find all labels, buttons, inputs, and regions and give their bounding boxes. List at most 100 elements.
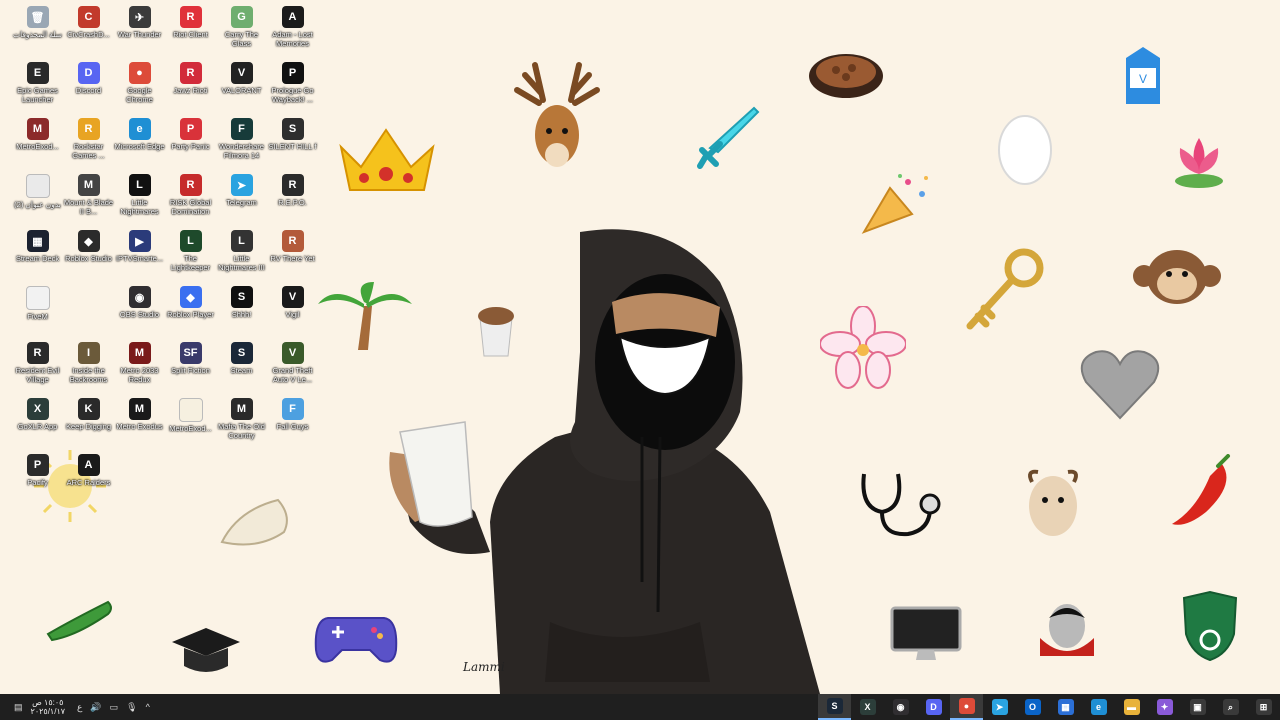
desktop-icon[interactable]: P Prologue Go Wayback! ... — [267, 60, 318, 116]
desktop-icon[interactable]: S Shhh! — [216, 284, 267, 340]
desktop-icon[interactable]: R RV There Yet — [267, 228, 318, 284]
chrome-taskbar-icon: ● — [958, 698, 975, 714]
desktop-icon[interactable]: ✈ War Thunder — [114, 4, 165, 60]
desktop-icon[interactable]: V VALORANT — [216, 60, 267, 116]
desktop-icon[interactable]: ◉ OBS Studio — [114, 284, 165, 340]
taskbar-app-store[interactable]: ▦ — [1049, 694, 1082, 720]
desktop-icon[interactable]: V Vigil — [267, 284, 318, 340]
desktop-icon[interactable]: ▶ IPTVSmarte... — [114, 228, 165, 284]
desktop-icon[interactable]: MetroExod... — [165, 396, 216, 452]
taskbar: ▤ ١٥:٠٥ ص ٢٠٢٥/١/١٧ ع 🔊 ▭ 🎙 ^ S X ◉ D ● ➤ O ▦ e ▬… — [0, 694, 1280, 720]
desktop-icon[interactable]: R Rockstar Games ... — [63, 116, 114, 172]
desktop-icon[interactable]: D Discord — [63, 60, 114, 116]
resident-evil-icon: R — [26, 342, 49, 364]
desktop-icon[interactable]: V Grand Theft Auto V Le... — [267, 340, 318, 396]
desktop-icon[interactable]: FiveM — [12, 284, 63, 340]
tray-expand-chevron-icon[interactable]: ^ — [146, 702, 150, 712]
clock[interactable]: ١٥:٠٥ ص ٢٠٢٥/١/١٧ — [31, 698, 66, 716]
desktop-icon[interactable]: بدون عنوان (2) — [12, 172, 63, 228]
taskbar-app-goxlr[interactable]: X — [851, 694, 884, 720]
desktop-icon[interactable]: R Riot Client — [165, 4, 216, 60]
little-nightmares-icon: L — [128, 174, 151, 196]
desktop-icon[interactable]: e Microsoft Edge — [114, 116, 165, 172]
desktop-icon[interactable]: M MetroExod... — [12, 116, 63, 172]
obs-icon: ◉ — [128, 286, 151, 308]
desktop-icon[interactable]: 🗑 سلة المحذوفات — [12, 4, 63, 60]
fall-guys-icon: F — [281, 398, 304, 420]
desktop-icon[interactable]: ◆ Roblox Studio — [63, 228, 114, 284]
taskbar-app-start[interactable]: ⊞ — [1247, 694, 1280, 720]
desktop-icon[interactable]: ➤ Telegram — [216, 172, 267, 228]
taskbar-app-chrome[interactable]: ● — [950, 694, 983, 720]
desktop-icon-label: OBS Studio — [119, 310, 160, 319]
taskbar-app-outlook[interactable]: O — [1016, 694, 1049, 720]
taskbar-app-taskview[interactable]: ▣ — [1181, 694, 1214, 720]
desktop-icon[interactable]: R R.E.P.O. — [267, 172, 318, 228]
desktop-icon[interactable]: C CivCrashD... — [63, 4, 114, 60]
desktop-icon[interactable]: G Carry The Glass — [216, 4, 267, 60]
desktop-icon[interactable]: SF Split Fiction — [165, 340, 216, 396]
bowl-icon — [809, 54, 883, 98]
deer-icon — [514, 62, 600, 167]
desktop-icon[interactable]: ● Google Chrome — [114, 60, 165, 116]
desktop-icon[interactable]: S Steam — [216, 340, 267, 396]
desktop-icon[interactable]: M Metro Exodus — [114, 396, 165, 452]
desktop-icon-label: Little Nightmares — [120, 198, 159, 216]
desktop-icon[interactable]: A ARC Raiders — [63, 452, 114, 508]
desktop-icon-label: Roblox Player — [167, 310, 214, 319]
desktop-icon[interactable]: F Wondershare Filmora 14 — [216, 116, 267, 172]
desktop-icon[interactable]: M Mount & Blade II B... — [63, 172, 114, 228]
desktop-icon[interactable]: R Resident Evil Village — [12, 340, 63, 396]
stethoscope-icon — [861, 473, 941, 537]
taskbar-app-edge[interactable]: e — [1082, 694, 1115, 720]
desktop-icon[interactable]: E Epic Games Launcher — [12, 60, 63, 116]
little-nightmares-3-icon: L — [230, 230, 253, 252]
desktop-icon[interactable]: L Little Nightmares III — [216, 228, 267, 284]
desktop-icon-label: بدون عنوان (2) — [14, 200, 61, 209]
desktop-icon-label: Roblox Studio — [65, 254, 112, 263]
network-icon[interactable]: ▭ — [110, 702, 119, 713]
desktop-icon[interactable]: M Mafia The Old Country — [216, 396, 267, 452]
desktop-icon[interactable]: K Keep Digging — [63, 396, 114, 452]
desktop-icon[interactable]: R Jawz Rioti — [165, 60, 216, 116]
graduation-cap-icon — [172, 628, 240, 672]
desktop-icon[interactable]: F Fall Guys — [267, 396, 318, 452]
desktop-icon-label: Epic Games Launcher — [17, 86, 58, 104]
arc-raiders-icon: A — [77, 454, 100, 476]
desktop-icon[interactable]: R RISK Global Domination — [165, 172, 216, 228]
desktop-icon-label: War Thunder — [117, 30, 162, 39]
desktop-icon[interactable]: A Adam - Lost Memories — [267, 4, 318, 60]
desktop-icon[interactable]: ▦ Stream Deck — [12, 228, 63, 284]
repo-icon: R — [281, 174, 304, 196]
taskbar-app-steam[interactable]: S — [818, 694, 851, 720]
taskbar-app-telegram[interactable]: ➤ — [983, 694, 1016, 720]
desktop-icon[interactable]: P Party Panic — [165, 116, 216, 172]
language-indicator[interactable]: ع — [77, 702, 82, 713]
winrar-icon: C — [77, 6, 100, 28]
taskbar-app-discord[interactable]: D — [917, 694, 950, 720]
volume-icon[interactable]: 🔊 — [90, 702, 101, 713]
desktop-icon[interactable]: X GoXLR App — [12, 396, 63, 452]
taskbar-app-explorer[interactable]: ▬ — [1115, 694, 1148, 720]
desktop-icon[interactable]: P Pacify — [12, 452, 63, 508]
desktop-icon[interactable]: L The Lightkeeper — [165, 228, 216, 284]
desktop-icon[interactable]: M Metro 2033 Redux — [114, 340, 165, 396]
taskbar-app-copilot[interactable]: ✦ — [1148, 694, 1181, 720]
mount-blade-icon: M — [77, 174, 100, 196]
silent-hill-icon: S — [281, 118, 304, 140]
desktop-icon[interactable]: S SILENT HILL f — [267, 116, 318, 172]
desktop-icon-label: R.E.P.O. — [278, 198, 307, 207]
monkey-icon — [1133, 250, 1221, 304]
desktop-icon-label: Steam — [230, 366, 253, 375]
taskbar-app-search[interactable]: ⌕ — [1214, 694, 1247, 720]
war-thunder-icon: ✈ — [128, 6, 151, 28]
goxlr-icon: X — [26, 398, 49, 420]
desktop-icon[interactable]: ◆ Roblox Player — [165, 284, 216, 340]
microphone-icon[interactable]: 🎙 — [126, 702, 137, 713]
desktop-icon[interactable]: I Inside the Backrooms — [63, 340, 114, 396]
taskbar-app-obs[interactable]: ◉ — [884, 694, 917, 720]
notification-icon[interactable]: ▤ — [14, 702, 23, 713]
steam-taskbar-icon: S — [826, 698, 843, 714]
rv-there-yet-icon: R — [281, 230, 304, 252]
desktop-icon[interactable]: L Little Nightmares — [114, 172, 165, 228]
